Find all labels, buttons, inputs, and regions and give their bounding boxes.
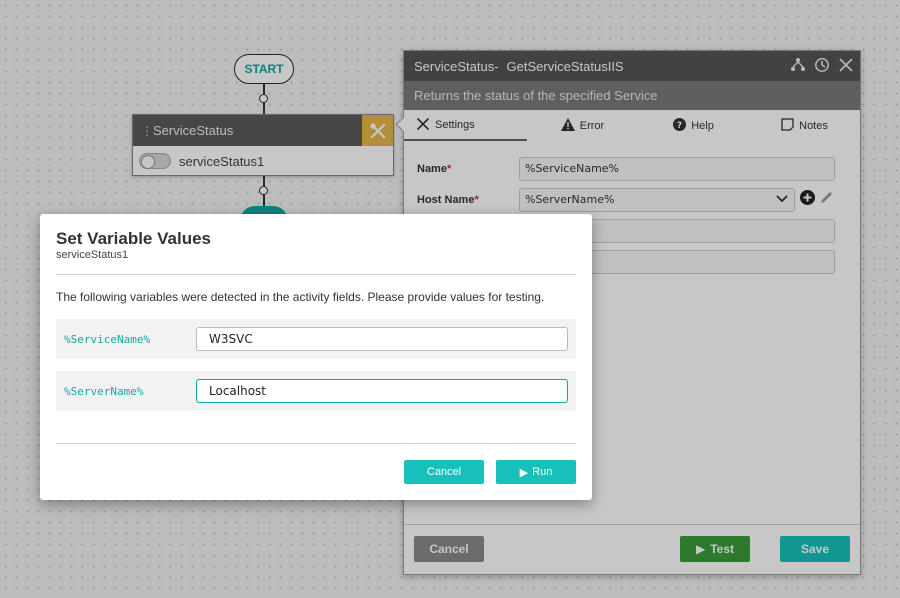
variable-value-input[interactable] [196,327,568,351]
run-button[interactable]: ▶ Run [496,460,576,484]
run-label: Run [532,466,553,478]
modal-description: The following variables were detected in… [56,290,545,304]
variable-row: %ServerName% [56,371,576,411]
divider [56,274,576,275]
modal-subtitle: serviceStatus1 [56,249,129,261]
divider [56,443,576,444]
play-icon: ▶ [519,466,529,479]
modal-title: Set Variable Values [56,229,211,248]
cancel-button[interactable]: Cancel [404,460,484,484]
variable-name: %ServerName% [64,384,144,398]
variable-name: %ServiceName% [64,332,151,346]
variable-value-input[interactable] [196,379,568,403]
variable-row: %ServiceName% [56,319,576,359]
set-variable-values-dialog: Set Variable Values serviceStatus1 The f… [40,214,592,500]
